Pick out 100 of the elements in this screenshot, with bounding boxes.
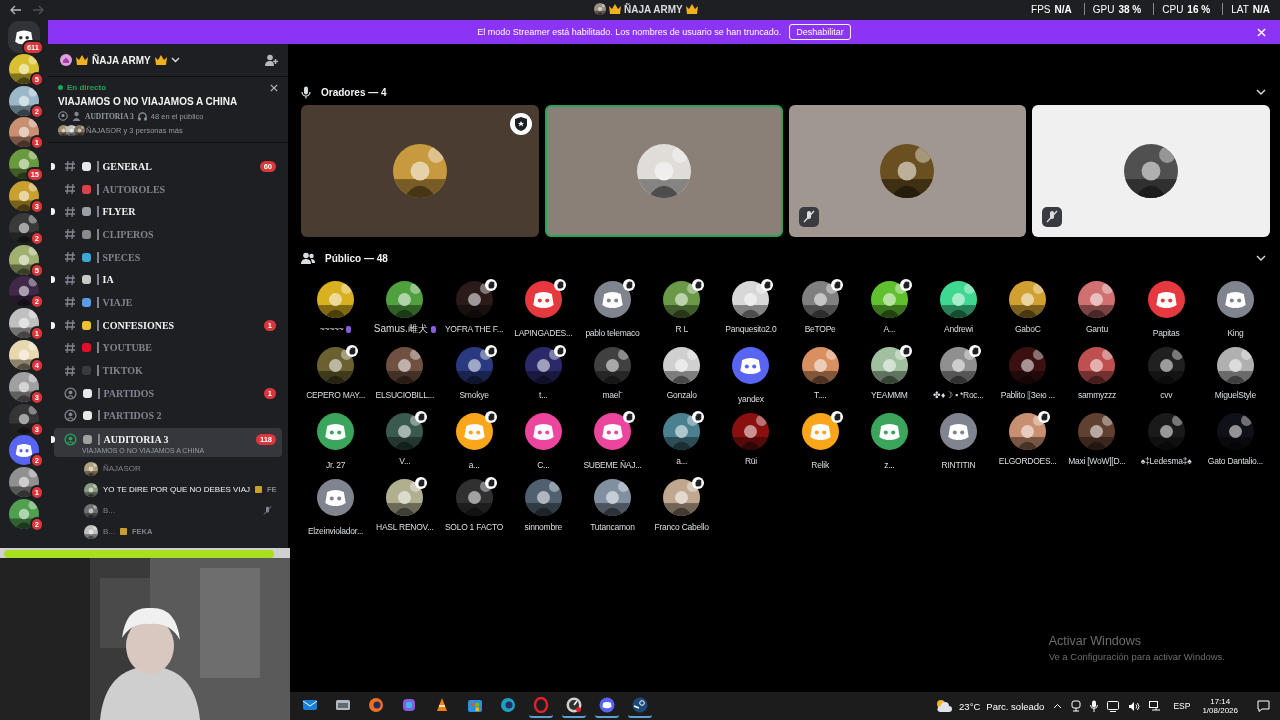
user-name[interactable]: LAPINGADES... — [514, 328, 573, 338]
user-name[interactable]: Panquesito2.0 — [725, 324, 777, 334]
user-name[interactable]: A... — [883, 324, 896, 334]
user-name[interactable]: mael¨ — [602, 390, 623, 400]
user-name[interactable]: ~~~~~ — [319, 324, 344, 334]
person-icon — [72, 111, 81, 121]
user-name[interactable]: Gonzalo — [666, 390, 697, 400]
chevron-down-icon[interactable] — [1256, 89, 1266, 95]
add-member-icon[interactable] — [265, 54, 278, 66]
user-name[interactable]: Tutancamon — [590, 522, 635, 532]
user-name[interactable]: CEPERO MAY... — [306, 390, 365, 400]
user-name[interactable]: z... — [884, 460, 895, 470]
user-name[interactable]: RINTITIN — [941, 460, 976, 470]
stat-label: GPU — [1092, 3, 1115, 15]
user-name[interactable]: Franco Cabello — [654, 522, 709, 532]
disable-button[interactable]: Deshabilitar — [789, 24, 851, 40]
user-name[interactable]: R L — [675, 324, 688, 334]
chevron-down-icon[interactable] — [1256, 255, 1266, 261]
member-name[interactable]: ÑAJASOR — [103, 464, 141, 474]
user-name[interactable]: Gato Dantalio... — [1207, 456, 1263, 466]
user-name[interactable]: King — [1227, 328, 1244, 338]
home-icon — [60, 54, 72, 66]
user-name[interactable]: Gantu — [1086, 324, 1108, 334]
display-icon[interactable] — [1107, 700, 1120, 712]
user-name[interactable]: Papitas — [1152, 328, 1180, 338]
channel-name: PARTIDOS 2 — [103, 410, 162, 422]
network-icon[interactable] — [1149, 700, 1162, 712]
notification-icon[interactable] — [1257, 700, 1270, 712]
speaker-tile[interactable] — [1032, 105, 1270, 237]
user-name[interactable]: Rüi — [744, 456, 757, 466]
user-name[interactable]: cvv — [1160, 390, 1173, 400]
member-name[interactable]: B... — [103, 527, 115, 537]
user-name[interactable]: ELSUCIOBILL... — [375, 390, 434, 400]
user-name[interactable]: C... — [537, 460, 550, 470]
tag-icon — [120, 528, 127, 536]
volume-icon[interactable] — [1128, 700, 1141, 712]
clock-date[interactable]: 1/08/2026 — [1202, 706, 1238, 715]
member-name[interactable]: B... — [103, 506, 115, 516]
channel-item[interactable]: SPECES — [54, 245, 282, 269]
stage-icon — [64, 386, 77, 400]
user-name[interactable]: V... — [399, 456, 411, 466]
user-name[interactable]: BeTOPe — [804, 324, 836, 334]
user-name[interactable]: GaboC — [1014, 324, 1041, 334]
channel-name: AUDITORIA 3 — [103, 433, 169, 445]
speaker-tile[interactable] — [301, 105, 539, 237]
user-name[interactable]: ✤♦☽ ▪ *Roc... — [933, 390, 984, 400]
user-name[interactable]: Pablito ⟦Зею ... — [1000, 390, 1055, 400]
user-name[interactable]: HASL RENOV... — [376, 522, 434, 532]
channel-item[interactable]: CLIPEROS — [54, 223, 282, 246]
channel-item[interactable]: YOUTUBE — [54, 336, 282, 360]
channel-name: AUTOROLES — [102, 183, 166, 195]
user-name[interactable]: sinnombre — [524, 522, 562, 532]
speaker-tile[interactable] — [544, 105, 783, 237]
language-indicator[interactable]: ESP — [1173, 701, 1191, 711]
chevron-up-icon[interactable] — [1053, 703, 1063, 709]
user-name[interactable]: t... — [539, 390, 548, 400]
user-name[interactable]: ELGORDOES... — [998, 456, 1057, 466]
user-name[interactable]: sammyzzz — [1077, 390, 1116, 400]
microphone-icon[interactable] — [1090, 700, 1099, 712]
back-arrow-icon[interactable] — [10, 5, 22, 15]
user-name[interactable]: SUBEME ÑAJ... — [583, 460, 642, 470]
channel-item[interactable]: IA — [54, 268, 282, 292]
server-name[interactable]: ÑAJA ARMY — [92, 54, 151, 66]
user-name[interactable]: yandex — [737, 394, 764, 404]
user-name[interactable]: T.... — [813, 390, 827, 400]
user-name[interactable]: Jr. 27 — [325, 460, 346, 470]
activation-text: Ve a Configuración para activar Windows. — [1048, 651, 1225, 662]
channel-item[interactable]: AUTOROLES — [54, 177, 282, 201]
user-name[interactable]: SOLO 1 FACTO — [444, 522, 504, 532]
crown-icon — [609, 4, 621, 14]
user-name[interactable]: Elzeinviolador... — [307, 526, 364, 536]
crown-icon — [154, 55, 167, 65]
user-name[interactable]: Samus.雌犬 — [373, 322, 428, 336]
stat-value: N/A — [1252, 3, 1270, 15]
clock-time[interactable]: 17:14 — [1210, 697, 1231, 706]
user-name[interactable]: pablo telemaco — [585, 328, 640, 338]
user-name[interactable]: ♠‡Ledesma‡♠ — [1140, 456, 1192, 466]
section-title: Oradores — 4 — [321, 86, 387, 98]
camera-icon[interactable] — [1071, 700, 1082, 712]
close-icon[interactable] — [270, 83, 278, 92]
user-name[interactable]: Andrewi — [944, 324, 973, 334]
user-name[interactable]: Relik — [811, 460, 829, 470]
hash-icon — [64, 319, 76, 332]
user-name[interactable]: YOFRA THE F... — [444, 324, 504, 334]
user-name[interactable]: a... — [676, 456, 688, 466]
channel-item[interactable]: TIKTOK — [54, 359, 282, 382]
speaker-tile[interactable] — [788, 105, 1027, 237]
user-name[interactable]: Smokye — [459, 390, 489, 400]
chevron-down-icon[interactable] — [170, 57, 180, 63]
channel-item[interactable]: PARTIDOS 2 — [54, 404, 282, 428]
user-name[interactable]: YEAMMM — [870, 390, 908, 400]
app-icon[interactable] — [529, 694, 553, 718]
user-name[interactable]: a... — [468, 460, 480, 470]
hash-icon — [64, 364, 76, 377]
channel-item[interactable]: VIAJE — [54, 291, 282, 314]
member-name[interactable]: YO TE DIRE POR QUE NO DEBES VIAJ — [103, 485, 250, 495]
weather-temperature: 23°C — [959, 700, 981, 712]
user-name[interactable]: Maxi [WoW][D... — [1068, 456, 1126, 466]
user-name[interactable]: MiguelStyle — [1214, 390, 1256, 400]
channel-item[interactable]: FLYER — [54, 200, 282, 224]
